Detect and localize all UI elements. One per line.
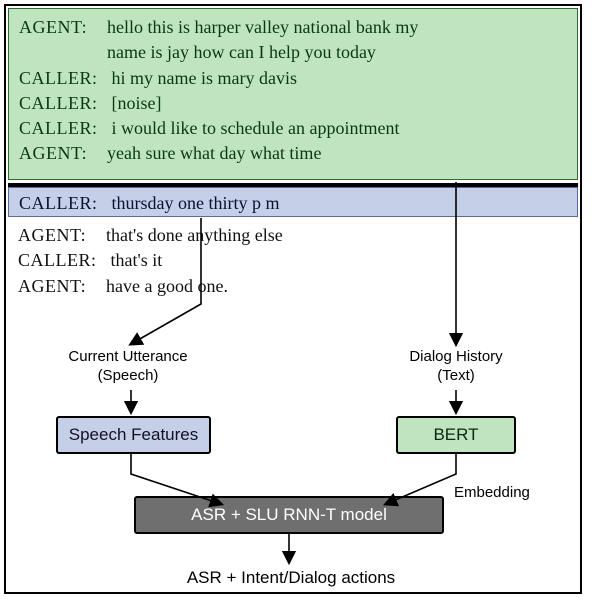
dialog-history-box: AGENT: hello this is harper valley natio…	[8, 8, 578, 180]
output-label: ASR + Intent/Dialog actions	[156, 568, 426, 588]
label-line1: Current Utterance	[68, 348, 187, 365]
speaker-label: CALLER:	[19, 91, 98, 115]
speaker-label: AGENT:	[19, 141, 93, 165]
speaker-label: CALLER:	[19, 191, 98, 215]
future-turn: AGENT: that's done anything else	[18, 223, 568, 247]
utterance-cont: name is jay how can I help you today	[107, 40, 567, 64]
current-utterance-label: Current Utterance (Speech)	[48, 348, 208, 386]
speaker-label: CALLER:	[19, 116, 98, 140]
remaining-turns: AGENT: that's done anything else CALLER:…	[8, 219, 578, 303]
speaker-label: AGENT:	[18, 274, 92, 298]
utterance-text: i would like to schedule an appointment	[112, 116, 568, 140]
history-turn: AGENT: yeah sure what day what time	[19, 141, 567, 165]
utterance-text: that's it	[111, 248, 569, 272]
utterance-text: [noise]	[112, 91, 568, 115]
speaker-label: AGENT:	[18, 223, 92, 247]
diagram-frame: AGENT: hello this is harper valley natio…	[4, 4, 582, 594]
history-turn: CALLER: [noise]	[19, 91, 567, 115]
current-turn: CALLER: thursday one thirty p m	[19, 191, 567, 215]
label-line2: (Speech)	[98, 367, 159, 384]
label-line2: (Text)	[437, 367, 475, 384]
utterance-text: that's done anything else	[106, 223, 568, 247]
dialog-history-label: Dialog History (Text)	[386, 348, 526, 386]
utterance-text: hi my name is mary davis	[112, 66, 568, 90]
utterance-text: yeah sure what day what time	[107, 141, 567, 165]
speaker-label: AGENT:	[19, 15, 93, 39]
label-line1: Dialog History	[409, 348, 502, 365]
history-turn: CALLER: i would like to schedule an appo…	[19, 116, 567, 140]
utterance-text: hello this is harper valley national ban…	[107, 15, 567, 39]
utterance-text: have a good one.	[106, 274, 568, 298]
speaker-label: CALLER:	[18, 248, 97, 272]
speaker-label: CALLER:	[19, 66, 98, 90]
history-turn: CALLER: hi my name is mary davis	[19, 66, 567, 90]
history-turn-cont: name is jay how can I help you today	[19, 40, 567, 64]
rnnt-model-box: ASR + SLU RNN-T model	[134, 496, 444, 534]
future-turn: AGENT: have a good one.	[18, 274, 568, 298]
speech-features-box: Speech Features	[56, 416, 211, 454]
bert-box: BERT	[396, 416, 516, 454]
history-turn: AGENT: hello this is harper valley natio…	[19, 15, 567, 39]
current-utterance-box: CALLER: thursday one thirty p m	[8, 187, 578, 217]
utterance-text: thursday one thirty p m	[112, 191, 568, 215]
embedding-label: Embedding	[454, 484, 530, 501]
future-turn: CALLER: that's it	[18, 248, 568, 272]
